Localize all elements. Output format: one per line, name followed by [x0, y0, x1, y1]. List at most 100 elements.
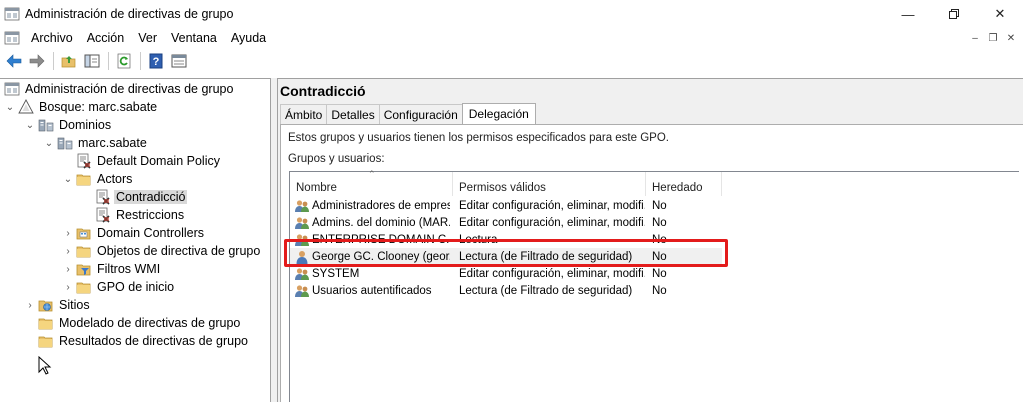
tree-item-domain-controllers[interactable]: › Domain Controllers [62, 224, 206, 242]
refresh-icon[interactable] [113, 51, 135, 71]
chevron-down-icon[interactable]: ⌄ [62, 170, 74, 188]
chevron-down-icon[interactable]: ⌄ [43, 134, 55, 152]
close-icon[interactable]: ✕ [977, 0, 1023, 28]
menu-accion[interactable]: Acción [80, 31, 132, 45]
table-row-selected[interactable]: George GC. Clooney (geor... Lectura (de … [290, 248, 722, 265]
show-tree-icon[interactable] [81, 51, 103, 71]
menu-ver[interactable]: Ver [131, 31, 164, 45]
row-name: Usuarios autentificados [294, 282, 450, 299]
gpo-link-icon [95, 207, 111, 223]
help-icon[interactable]: ? [145, 51, 167, 71]
row-permission: Editar configuración, eliminar, modifi..… [459, 267, 645, 280]
tree-item-wmi-filters[interactable]: › Filtros WMI [62, 260, 162, 278]
table-row[interactable]: Administradores de empres... Editar conf… [290, 197, 722, 214]
tab-configuracion[interactable]: Configuración [378, 104, 463, 124]
tree-item-domains[interactable]: ⌄ Dominios [24, 116, 113, 134]
group-icon [294, 198, 310, 214]
domain-icon [57, 135, 73, 151]
table-row[interactable]: ENTERPRISE DOMAIN C... Lectura No [290, 231, 722, 248]
properties-icon[interactable] [168, 51, 190, 71]
table-row[interactable]: SYSTEM Editar configuración, eliminar, m… [290, 265, 722, 282]
mdi-restore-icon[interactable]: ❐ [985, 30, 1001, 46]
modeling-folder-icon [38, 315, 54, 331]
menu-archivo[interactable]: Archivo [24, 31, 80, 45]
gpo-title: Contradicció [280, 83, 366, 99]
forest-icon [18, 99, 34, 115]
tab-ambito[interactable]: Ámbito [280, 104, 328, 124]
row-inherited: No [652, 199, 667, 212]
gpmc-app-icon [4, 6, 20, 22]
back-arrow-icon[interactable] [3, 51, 25, 71]
restore-icon[interactable] [931, 0, 977, 28]
tab-strip: Ámbito Detalles Configuración Delegación [280, 103, 536, 124]
column-heredado[interactable]: Heredado [646, 172, 722, 196]
row-name: Administradores de empres... [294, 197, 450, 214]
delegation-list[interactable]: ⌃ Nombre Permisos válidos Heredado Admin… [289, 169, 1019, 402]
chevron-right-icon[interactable]: › [62, 242, 74, 260]
tree-item-results[interactable]: Resultados de directivas de grupo [36, 332, 250, 350]
tree-item-sites[interactable]: › Sitios [24, 296, 92, 314]
delegation-tab-body: Estos grupos y usuarios tienen los permi… [280, 124, 1023, 402]
column-nombre[interactable]: ⌃ Nombre [290, 169, 453, 196]
chevron-down-icon[interactable]: ⌄ [4, 98, 16, 116]
chevron-down-icon[interactable]: ⌄ [24, 116, 36, 134]
row-permission: Lectura [459, 233, 498, 246]
menu-ventana[interactable]: Ventana [164, 31, 224, 45]
delegation-description: Estos grupos y usuarios tienen los permi… [288, 132, 669, 144]
ou-folder-icon [76, 171, 92, 187]
tree-item-modeling[interactable]: Modelado de directivas de grupo [36, 314, 242, 332]
group-icon [294, 283, 310, 299]
row-inherited: No [652, 216, 667, 229]
tab-delegacion[interactable]: Delegación [461, 103, 536, 124]
row-name: Admins. del dominio (MAR... [294, 214, 450, 231]
chevron-right-icon[interactable]: › [24, 296, 36, 314]
toolbar-separator [108, 52, 109, 70]
gpo-link-icon [76, 153, 92, 169]
row-permission: Lectura (de Filtrado de seguridad) [459, 284, 633, 297]
tree-item-actors[interactable]: ⌄ Actors [62, 170, 134, 188]
details-pane: Contradicció Ámbito Detalles Configuraci… [277, 78, 1023, 402]
tree-item-default-domain-policy[interactable]: Default Domain Policy [74, 152, 222, 170]
tree-item-root[interactable]: Administración de directivas de grupo [2, 80, 235, 98]
row-inherited: No [652, 267, 667, 280]
tree-item-contradiccio[interactable]: Contradicció [93, 188, 188, 206]
tree-item-restriccions[interactable]: Restriccions [93, 206, 186, 224]
toolbar-separator [53, 52, 54, 70]
group-icon [294, 215, 310, 231]
console-menu-icon[interactable] [4, 30, 20, 46]
tree-item-gpo-objects[interactable]: › Objetos de directiva de grupo [62, 242, 262, 260]
row-inherited: No [652, 250, 667, 263]
gpo-link-icon [95, 189, 111, 205]
row-permission: Editar configuración, eliminar, modifi..… [459, 216, 645, 229]
chevron-right-icon[interactable]: › [62, 260, 74, 278]
chevron-right-icon[interactable]: › [62, 278, 74, 296]
chevron-right-icon[interactable]: › [62, 224, 74, 242]
mdi-close-icon[interactable]: ✕ [1003, 30, 1019, 46]
wmi-filter-icon [76, 261, 92, 277]
tab-detalles[interactable]: Detalles [326, 104, 380, 124]
tree-item-domain[interactable]: ⌄ marc.sabate [43, 134, 149, 152]
row-inherited: No [652, 233, 667, 246]
folder-up-icon[interactable] [58, 51, 80, 71]
tree-item-forest[interactable]: ⌄ Bosque: marc.sabate [4, 98, 159, 116]
folder-icon [76, 279, 92, 295]
menu-bar: Archivo Acción Ver Ventana Ayuda [0, 28, 1023, 48]
column-permisos[interactable]: Permisos válidos [453, 172, 646, 196]
row-inherited: No [652, 284, 667, 297]
sites-icon [38, 297, 54, 313]
mdi-minimize-icon[interactable]: – [967, 30, 983, 46]
group-icon [294, 232, 310, 248]
user-icon [294, 249, 310, 265]
minimize-icon[interactable]: — [885, 0, 931, 28]
mouse-cursor-icon [38, 356, 52, 375]
menu-ayuda[interactable]: Ayuda [224, 31, 273, 45]
results-folder-icon [38, 333, 54, 349]
row-name: George GC. Clooney (geor... [294, 248, 450, 265]
row-name: SYSTEM [294, 265, 450, 282]
tree-item-starter-gpos[interactable]: › GPO de inicio [62, 278, 176, 296]
table-row[interactable]: Usuarios autentificados Lectura (de Filt… [290, 282, 722, 299]
table-row[interactable]: Admins. del dominio (MAR... Editar confi… [290, 214, 722, 231]
group-icon [294, 266, 310, 282]
sort-ascending-icon: ⌃ [368, 169, 376, 179]
forward-arrow-icon[interactable] [26, 51, 48, 71]
